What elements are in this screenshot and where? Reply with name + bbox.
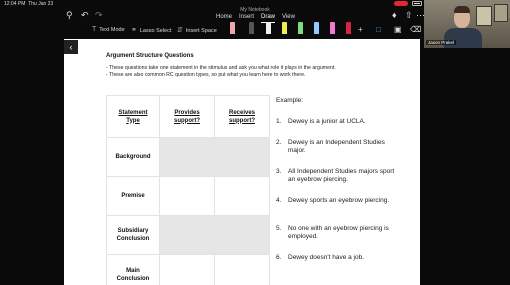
eraser-icon[interactable]: ⌫ bbox=[410, 25, 421, 34]
row-label-premise: Premise bbox=[106, 176, 160, 216]
notebook-page[interactable]: Argument Structure Questions - These que… bbox=[64, 39, 420, 285]
table-cell[interactable] bbox=[214, 254, 270, 285]
table-row: Main Conclusion bbox=[106, 254, 270, 285]
pen-pink[interactable] bbox=[330, 22, 335, 34]
ink-to-text-icon[interactable]: ▣ bbox=[394, 25, 402, 34]
table-cell[interactable] bbox=[214, 176, 270, 216]
pen-green[interactable] bbox=[298, 22, 303, 34]
back-chevron-icon[interactable]: ‹ bbox=[64, 40, 78, 54]
table-cell[interactable] bbox=[159, 254, 215, 285]
ink-to-shape-icon[interactable]: □ bbox=[376, 25, 381, 34]
text-cursor-icon: T bbox=[92, 26, 97, 33]
row-label-background: Background bbox=[106, 137, 160, 177]
participant-hair bbox=[454, 6, 470, 13]
lasso-icon: ⚭ bbox=[131, 27, 137, 34]
add-pen-icon[interactable]: + bbox=[358, 25, 363, 34]
insert-space-icon: ⇵ bbox=[177, 27, 183, 34]
wall-picture bbox=[476, 6, 492, 26]
table-cell[interactable] bbox=[214, 137, 270, 177]
text-mode-button[interactable]: T Text Mode bbox=[92, 26, 125, 33]
row-label-subsidiary-conclusion: Subsidiary Conclusion bbox=[106, 215, 160, 255]
menu-draw[interactable]: Draw bbox=[261, 14, 275, 20]
wall-picture bbox=[494, 4, 508, 22]
column-header-statement-type: Statement Type bbox=[106, 95, 160, 138]
participant-body bbox=[444, 28, 482, 48]
menu-insert[interactable]: Insert bbox=[239, 14, 254, 20]
column-header-provides-support: Provides support? bbox=[159, 95, 215, 138]
video-participant-tile: Jason Prakel bbox=[424, 0, 510, 48]
pen-blue[interactable] bbox=[314, 22, 319, 34]
pen-white[interactable] bbox=[266, 22, 271, 34]
bell-icon[interactable]: ♦ bbox=[392, 10, 397, 20]
table-cell[interactable] bbox=[159, 176, 215, 216]
page-title: Argument Structure Questions bbox=[106, 53, 194, 59]
pen-red[interactable] bbox=[346, 22, 351, 34]
recording-indicator bbox=[394, 1, 408, 6]
example-heading: Example: bbox=[276, 97, 304, 104]
insert-space-button[interactable]: ⇵ Insert Space bbox=[177, 26, 217, 34]
participant-name: Jason Prakel bbox=[426, 40, 457, 45]
menu-home[interactable]: Home bbox=[216, 14, 232, 20]
argument-structure-table: Statement Type Provides support? Receives s… bbox=[106, 95, 270, 285]
menu-view[interactable]: View bbox=[282, 14, 295, 20]
instruction-bullet: - These are also common RC question type… bbox=[106, 72, 306, 78]
lasso-select-button[interactable]: ⚭ Lasso Select bbox=[131, 26, 171, 34]
table-row: Background bbox=[106, 137, 270, 177]
battery-icon bbox=[412, 1, 422, 6]
instruction-bullet: - These questions take one statement in … bbox=[106, 65, 336, 71]
pen-dark[interactable] bbox=[249, 22, 254, 34]
share-icon[interactable]: ⇧ bbox=[405, 10, 413, 20]
column-header-receives-support: Receives support? bbox=[214, 95, 270, 138]
table-row: Premise bbox=[106, 176, 270, 216]
table-row: Subsidiary Conclusion bbox=[106, 215, 270, 255]
table-cell[interactable] bbox=[159, 137, 215, 177]
row-label-main-conclusion: Main Conclusion bbox=[106, 254, 160, 285]
pen-yellow[interactable] bbox=[282, 22, 287, 34]
table-cell[interactable] bbox=[214, 215, 270, 255]
highlighter-pink[interactable] bbox=[230, 22, 235, 34]
table-cell[interactable] bbox=[159, 215, 215, 255]
